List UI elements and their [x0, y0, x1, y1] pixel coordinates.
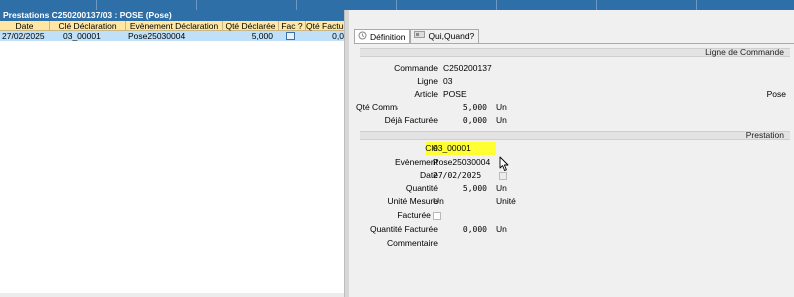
cle-value[interactable]: 03_00001: [433, 143, 471, 154]
quantite-facturee-unit: Un: [496, 224, 507, 234]
unite-mesure-value[interactable]: Un: [433, 196, 444, 207]
section-prestation: Prestation: [360, 131, 790, 140]
date-value[interactable]: 27/02/2025: [433, 170, 481, 181]
grid-header-row: Date Clé Déclaration Evènement Déclarati…: [0, 21, 344, 31]
top-bar-divider: [96, 0, 97, 10]
evenement-value[interactable]: Pose25030004: [433, 157, 490, 168]
table-row[interactable]: 27/02/2025 03_00001 Pose25030004 5,000 0…: [0, 31, 344, 41]
cell-evenement: Pose25030004: [128, 31, 186, 41]
deja-facturee-label: Déjà Facturée: [384, 115, 438, 125]
article-description: Pose: [766, 89, 786, 99]
column-header-date[interactable]: Date: [0, 21, 50, 31]
qte-commandee-value[interactable]: 5,000: [463, 102, 487, 113]
quantite-unit: Un: [496, 183, 507, 193]
column-header-evenement-declaration[interactable]: Evènement Déclaration: [126, 21, 223, 31]
section-prestation-title: Prestation: [745, 130, 784, 140]
top-bar: [0, 0, 794, 10]
top-bar-divider: [596, 0, 597, 10]
ligne-value[interactable]: 03: [443, 76, 452, 87]
top-bar-divider: [196, 0, 197, 10]
cell-qte-facturee: 0,0: [332, 31, 344, 41]
commande-value[interactable]: C250200137: [443, 63, 492, 74]
horizontal-scrollbar[interactable]: [0, 293, 344, 297]
facturee-label: Facturée ?: [397, 210, 438, 220]
fac-checkbox[interactable]: [286, 32, 295, 40]
who-when-icon: [414, 30, 426, 43]
evenement-label: Evènement: [395, 157, 438, 167]
quantite-value[interactable]: 5,000: [463, 183, 487, 194]
tab-qui-quand-label: Qui,Quand?: [428, 31, 475, 41]
top-bar-divider: [696, 0, 697, 10]
tab-definition-label: Définition: [370, 31, 406, 42]
cell-qte-declaree: 5,000: [251, 31, 273, 41]
commentaire-label: Commentaire: [386, 238, 438, 248]
detail-tabs: Définition Qui,Quand?: [354, 29, 480, 44]
panel-title: Prestations C250200137/03 : POSE (Pose): [0, 10, 344, 21]
detail-panel: Définition Qui,Quand? Ligne de Commande …: [349, 10, 794, 297]
unite-mesure-description: Unité: [496, 196, 516, 206]
deja-facturee-unit: Un: [496, 115, 507, 125]
article-label: Article: [414, 89, 438, 99]
quantite-facturee-label: Quantité Facturée: [369, 224, 438, 234]
deja-facturee-value[interactable]: 0,000: [463, 115, 487, 126]
column-header-qte-facturee[interactable]: Qté Factur: [306, 21, 344, 31]
section-ligne-commande-title: Ligne de Commande: [705, 47, 784, 57]
tab-qui-quand[interactable]: Qui,Quand?: [410, 29, 480, 43]
quantite-facturee-value[interactable]: 0,000: [463, 224, 487, 235]
cell-cle: 03_00001: [63, 31, 101, 41]
quantite-label: Quantité: [405, 183, 438, 193]
top-bar-divider: [396, 0, 397, 10]
commande-label: Commande: [394, 63, 438, 73]
column-header-cle-declaration[interactable]: Clé Déclaration: [50, 21, 126, 31]
qte-commandee-label: Qté Commandé: [356, 102, 398, 112]
ligne-label: Ligne: [417, 76, 438, 86]
unite-mesure-label: Unité Mesure: [387, 196, 438, 206]
column-header-qte-declaree[interactable]: Qté Déclarée: [223, 21, 279, 31]
top-bar-divider: [296, 0, 297, 10]
article-value[interactable]: POSE: [443, 89, 467, 100]
mouse-cursor-icon: [499, 156, 509, 171]
tab-definition[interactable]: Définition: [354, 29, 411, 44]
section-ligne-commande: Ligne de Commande: [360, 48, 790, 57]
cell-date: 27/02/2025: [2, 31, 45, 41]
prestations-list-panel: Prestations C250200137/03 : POSE (Pose) …: [0, 10, 345, 297]
qte-commandee-unit: Un: [496, 102, 507, 112]
column-header-fac[interactable]: Fac ?: [279, 21, 306, 31]
calendar-icon[interactable]: [499, 172, 507, 180]
definition-icon: [358, 31, 367, 44]
facturee-checkbox[interactable]: [433, 212, 441, 220]
tab-baseline: [354, 43, 794, 44]
top-bar-divider: [496, 0, 497, 10]
